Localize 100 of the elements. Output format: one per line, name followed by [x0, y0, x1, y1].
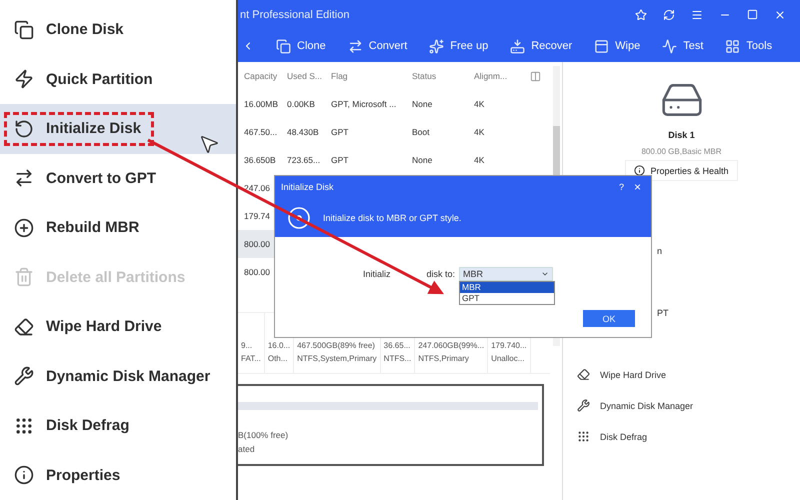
column-header[interactable]: Alignm...: [468, 70, 530, 82]
column-header[interactable]: Status: [406, 70, 468, 82]
menu-icon[interactable]: [691, 9, 703, 21]
eraser-icon: [14, 316, 34, 337]
eraser-icon: [577, 368, 590, 381]
menu-item[interactable]: Initialize Disk: [0, 104, 236, 154]
menu-item[interactable]: Convert to GPT: [0, 154, 236, 203]
partition-type: Unalloc...: [491, 354, 526, 363]
partition-type: NTFS,Primary: [418, 354, 470, 363]
menu-item[interactable]: Quick Partition: [0, 54, 236, 104]
lightning-icon: [14, 69, 34, 90]
plus-circle-icon: [14, 218, 34, 238]
info-icon: [14, 465, 34, 486]
partition-type: FAT...: [241, 354, 261, 363]
column-header[interactable]: Flag: [325, 70, 406, 82]
menu-item[interactable]: Wipe Hard Drive: [0, 302, 236, 352]
table-cell-text: 48.430B: [286, 126, 320, 138]
window-title: nt Professional Edition: [240, 9, 350, 21]
table-cell-text: None: [411, 98, 434, 110]
menu-item[interactable]: Properties: [0, 450, 236, 500]
dropdown-option[interactable]: MBR: [460, 282, 554, 293]
table-cell-text: 467.50...: [243, 126, 278, 138]
toolbar-button[interactable]: Clone: [276, 38, 326, 54]
drive-icon: [510, 38, 526, 54]
partition-type: Oth...: [268, 354, 288, 363]
style-select[interactable]: MBR: [459, 267, 553, 281]
wrench-icon: [577, 399, 590, 412]
pulse-icon: [662, 38, 678, 54]
column-header[interactable]: Capacity: [238, 70, 281, 82]
copy-icon: [14, 20, 34, 40]
table-row[interactable]: 467.50... 48.430B GPT Boot 4K: [238, 118, 562, 146]
toolbar-button[interactable]: Free up: [429, 38, 488, 54]
columns-icon[interactable]: [530, 70, 541, 82]
table-cell-text: Boot: [411, 126, 430, 138]
disk-info: 800.00 GB,Basic MBR: [641, 147, 722, 156]
toolbar-button[interactable]: Recover: [510, 38, 572, 54]
ok-button[interactable]: OK: [583, 310, 635, 327]
partition-size: 247.060GB(99%...: [418, 341, 484, 350]
mouse-cursor-icon: [198, 133, 220, 155]
table-cell-text: GPT, Microsoft ...: [330, 98, 398, 110]
partition-size: 36.65...: [384, 341, 412, 350]
action-item[interactable]: Disk Defrag: [563, 421, 800, 452]
close-button[interactable]: ×: [634, 180, 641, 194]
disc-icon: [287, 206, 311, 230]
info-icon: [634, 165, 646, 176]
partition-size: B(100% free): [238, 430, 288, 440]
menu-item[interactable]: Dynamic Disk Manager: [0, 352, 236, 401]
table-cell-text: 0.00KB: [286, 98, 316, 110]
swap-arrows-icon: [348, 38, 363, 54]
copy-icon: [276, 38, 291, 54]
table-cell-text: 36.650B: [243, 154, 277, 166]
table-row[interactable]: 16.00MB 0.00KB GPT, Microsoft ... None 4K: [238, 90, 562, 118]
refresh-icon[interactable]: [663, 9, 675, 21]
swap-arrows-icon: [14, 168, 34, 188]
partition-size: 179.740...: [491, 341, 527, 350]
sparkle-icon: [429, 38, 444, 54]
partition-type: NTFS,System,Primary: [297, 354, 377, 363]
table-cell-text: 4K: [473, 154, 486, 166]
dialog-title: Initialize Disk: [281, 182, 334, 192]
partition-size: 16.0...: [268, 341, 290, 350]
grid-icon: [725, 38, 740, 54]
disk-name: Disk 1: [668, 130, 695, 140]
partition-type: ated: [238, 444, 255, 454]
table-cell-text: GPT: [330, 126, 350, 138]
table-row[interactable]: 36.650B 723.65... GPT None 4K: [238, 146, 562, 174]
panel-icon: [594, 38, 610, 54]
close-icon[interactable]: [774, 9, 786, 21]
partition-block[interactable]: 9... FAT...: [238, 313, 265, 373]
table-cell-text: 16.00MB: [243, 98, 280, 110]
partition-size: 9...: [241, 341, 254, 350]
table-cell-text: 4K: [473, 126, 486, 138]
table-cell-text: 4K: [473, 98, 486, 110]
action-item[interactable]: Wipe Hard Drive: [563, 359, 800, 390]
dots-grid-icon: [14, 416, 34, 436]
menu-item[interactable]: Clone Disk: [0, 5, 236, 54]
dropdown-icon: [541, 270, 549, 278]
partition-type: NTFS...: [384, 354, 412, 363]
toolbar-button[interactable]: Test: [662, 38, 704, 54]
rotate-icon: [14, 118, 34, 139]
help-button[interactable]: ?: [618, 182, 624, 192]
menu-item[interactable]: Disk Defrag: [0, 401, 236, 450]
partition-size: 467.500GB(89% free): [297, 341, 376, 350]
action-item[interactable]: Dynamic Disk Manager: [563, 390, 800, 421]
star-icon[interactable]: [635, 9, 647, 21]
column-header[interactable]: Used S...: [281, 70, 325, 82]
toolbar-button[interactable]: Tools: [725, 38, 772, 54]
table-cell-text: GPT: [330, 154, 350, 166]
wrench-icon: [14, 366, 34, 386]
dialog-message: Initialize disk to MBR or GPT style.: [323, 212, 462, 222]
toolbar-button[interactable]: Convert: [348, 38, 408, 54]
dots-grid-icon: [577, 430, 590, 443]
disk-panel[interactable]: B(100% free) ated: [238, 384, 544, 466]
field-label: Initializ: [362, 269, 390, 279]
table-cell-text: 800.00: [243, 238, 271, 250]
trash-icon: [14, 267, 34, 288]
menu-item[interactable]: Rebuild MBR: [0, 203, 236, 252]
toolbar-button[interactable]: Wipe: [594, 38, 640, 54]
maximize-icon[interactable]: [747, 9, 758, 20]
properties-button[interactable]: Properties & Health: [625, 160, 738, 181]
table-cell-text: None: [411, 154, 434, 166]
